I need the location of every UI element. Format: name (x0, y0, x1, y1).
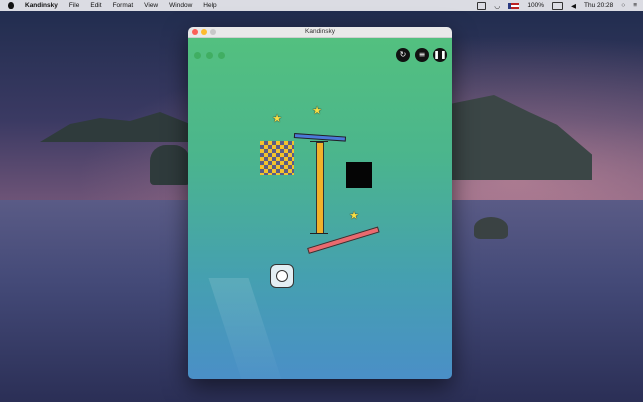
ball-launcher[interactable] (270, 264, 294, 288)
star-icon: ★ (349, 209, 359, 222)
desktop-island-left-low (150, 145, 190, 185)
restart-icon: ↻ (399, 50, 407, 59)
window-title: Kandinsky (305, 28, 335, 35)
game-canvas[interactable]: ↻ ≡ ❚❚ ★ ★ ★ (188, 38, 452, 379)
wifi-icon[interactable]: ◡ (494, 2, 500, 10)
battery-percent[interactable]: 100% (527, 2, 544, 9)
pause-button[interactable]: ❚❚ (433, 48, 447, 62)
black-block[interactable] (346, 162, 372, 188)
yellow-pillar[interactable] (316, 142, 324, 234)
clock[interactable]: Thu 20:28 (584, 2, 613, 9)
menu-button[interactable]: ≡ (415, 48, 429, 62)
desktop-rock-right (474, 217, 508, 239)
menu-view[interactable]: View (144, 2, 158, 9)
star-icon: ★ (312, 104, 322, 117)
menu-help[interactable]: Help (203, 2, 216, 9)
menu-window[interactable]: Window (169, 2, 192, 9)
star-slot-icon (194, 52, 201, 59)
title-bar[interactable]: Kandinsky (188, 27, 452, 38)
battery-icon[interactable] (551, 1, 563, 10)
pillar-bottom-cap (310, 233, 328, 234)
spotlight-icon[interactable]: ○ (621, 2, 625, 9)
apple-menu-icon[interactable] (8, 2, 14, 9)
menu-file[interactable]: File (69, 2, 79, 9)
app-window: Kandinsky ↻ ≡ ❚❚ ★ ★ ★ (188, 27, 452, 379)
star-slot-icon (218, 52, 225, 59)
menu-bar: Kandinsky File Edit Format View Window H… (0, 0, 643, 11)
ball[interactable] (276, 270, 288, 282)
menu-app-name[interactable]: Kandinsky (25, 2, 58, 9)
light-beam (208, 278, 288, 379)
star-icon: ★ (272, 112, 282, 125)
restart-button[interactable]: ↻ (396, 48, 410, 62)
accessibility-icon[interactable] (477, 1, 487, 10)
input-source-flag-icon[interactable] (508, 2, 520, 9)
checkered-block[interactable] (260, 141, 294, 175)
pillar-top-cap (310, 141, 328, 142)
menu-edit[interactable]: Edit (90, 2, 101, 9)
volume-icon[interactable]: ◀ (571, 2, 576, 10)
hamburger-icon: ≡ (418, 50, 426, 59)
menu-format[interactable]: Format (113, 2, 134, 9)
star-slot-icon (206, 52, 213, 59)
pause-icon: ❚❚ (433, 50, 447, 59)
notification-center-icon[interactable]: ≡ (633, 2, 637, 9)
